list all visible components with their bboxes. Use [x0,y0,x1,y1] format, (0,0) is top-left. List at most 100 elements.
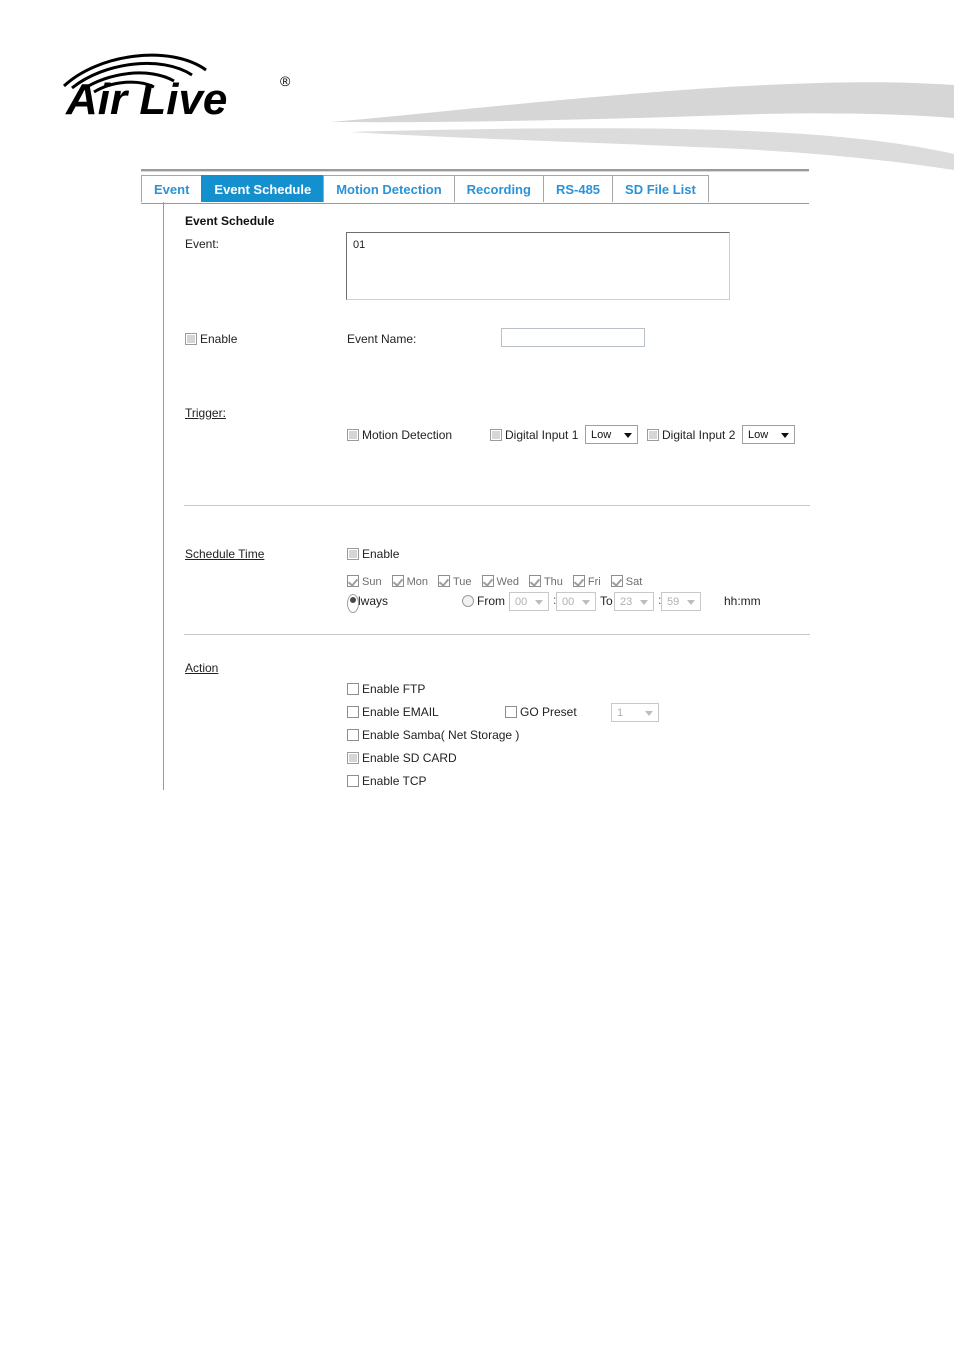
tab-list: Event Event Schedule Motion Detection Re… [141,175,809,204]
chevron-down-icon [640,599,648,605]
tab-event-schedule[interactable]: Event Schedule [201,175,325,202]
go-preset-label: GO Preset [520,705,577,719]
weekday-fri-label: Fri [587,576,601,588]
enable-event-checkbox[interactable] [185,333,197,345]
schedule-time-section-title: Schedule Time [185,547,265,561]
enable-samba-checkbox[interactable] [347,729,359,741]
schedule-from-hour-select[interactable]: 00 [509,592,549,611]
action-section-title: Action [185,661,219,675]
weekday-wed[interactable]: Wed [481,575,519,588]
event-label: Event: [185,237,220,251]
enable-tcp-checkbox[interactable] [347,775,359,787]
chevron-down-icon [582,599,590,605]
enable-samba-label: Enable Samba( Net Storage ) [362,728,520,742]
weekday-sat-label: Sat [625,576,643,588]
airlive-logo: Air Live ® [62,53,291,123]
schedule-to-hour-select[interactable]: 23 [614,592,654,611]
schedule-always-radio-row[interactable]: Always [347,594,388,613]
motion-detection-checkbox[interactable] [347,429,359,441]
page-header: Air Live ® [0,0,954,170]
enable-event-label: Enable [200,332,238,346]
enable-event-checkbox-row[interactable]: Enable [185,332,237,346]
weekday-sun-checkbox[interactable] [347,575,359,587]
weekday-thu-checkbox[interactable] [528,575,541,587]
digital-input-2-checkbox[interactable] [647,429,659,441]
digital-input-1-checkbox[interactable] [490,429,502,441]
schedule-to-label: To [600,594,613,608]
weekday-mon-label: Mon [406,576,428,588]
enable-tcp-label: Enable TCP [362,774,427,788]
enable-tcp-checkbox-row[interactable]: Enable TCP [347,774,426,788]
schedule-enable-checkbox-row[interactable]: Enable [347,547,399,561]
chevron-down-icon [687,599,695,605]
enable-ftp-checkbox[interactable] [347,683,359,695]
weekday-sun[interactable]: Sun [347,575,382,588]
event-listbox[interactable]: 01 [346,232,730,300]
digital-input-2-checkbox-row[interactable]: Digital Input 2 [647,428,735,442]
weekday-wed-checkbox[interactable] [481,575,494,587]
digital-input-2-label: Digital Input 2 [662,428,736,442]
digital-input-1-label: Digital Input 1 [505,428,579,442]
go-preset-select[interactable]: 1 [611,703,659,722]
weekday-thu[interactable]: Thu [528,575,563,588]
enable-ftp-label: Enable FTP [362,682,426,696]
enable-samba-checkbox-row[interactable]: Enable Samba( Net Storage ) [347,728,519,742]
schedule-always-radio[interactable] [347,594,359,613]
schedule-to-hour-value: 23 [620,595,633,608]
event-name-input[interactable] [501,328,645,347]
go-preset-checkbox-row[interactable]: GO Preset [505,705,577,719]
enable-ftp-checkbox-row[interactable]: Enable FTP [347,682,425,696]
chevron-down-icon [781,432,789,438]
weekday-fri-checkbox[interactable] [572,575,585,587]
schedule-to-minute-select[interactable]: 59 [661,592,701,611]
tab-rs485[interactable]: RS-485 [542,175,614,202]
weekday-tue-checkbox[interactable] [437,575,450,587]
digital-input-1-level-value: Low [591,428,612,441]
weekday-thu-label: Thu [543,576,563,588]
schedule-range-radio[interactable] [462,595,474,607]
weekday-tue[interactable]: Tue [437,575,472,588]
weekday-tue-label: Tue [452,576,472,588]
logo-wordmark: Air Live [65,75,227,123]
tab-bar-top-rule [141,169,809,172]
schedule-enable-checkbox[interactable] [347,548,359,560]
event-name-label: Event Name: [347,332,417,346]
enable-sd-card-label: Enable SD CARD [362,751,457,765]
schedule-from-label: From [477,594,505,608]
digital-input-1-checkbox-row[interactable]: Digital Input 1 [490,428,578,442]
tab-sd-file-list[interactable]: SD File List [612,175,709,202]
enable-email-label: Enable EMAIL [362,705,439,719]
divider-schedule-action [184,634,810,635]
tab-event-schedule-label: Event Schedule [214,181,312,197]
weekday-mon[interactable]: Mon [391,575,428,588]
weekday-mon-checkbox[interactable] [391,575,404,587]
schedule-enable-label: Enable [362,547,400,561]
schedule-range-radio-row[interactable]: From [462,594,505,608]
weekday-sat[interactable]: Sat [610,575,643,588]
motion-detection-checkbox-row[interactable]: Motion Detection [347,428,452,442]
tab-motion-detection-label: Motion Detection [336,181,442,197]
tab-sd-file-list-label: SD File List [625,181,696,197]
tab-recording[interactable]: Recording [453,175,544,202]
tab-motion-detection[interactable]: Motion Detection [323,175,455,202]
schedule-to-minute-value: 59 [667,595,680,608]
enable-email-checkbox-row[interactable]: Enable EMAIL [347,705,439,719]
schedule-from-minute-select[interactable]: 00 [556,592,596,611]
digital-input-1-level-select[interactable]: Low [585,425,638,444]
chevron-down-icon [645,710,653,716]
enable-email-checkbox[interactable] [347,706,359,718]
tab-rs485-label: RS-485 [555,181,601,197]
weekday-fri[interactable]: Fri [572,575,601,588]
enable-sd-card-checkbox-row[interactable]: Enable SD CARD [347,751,457,765]
list-item[interactable]: 01 [353,238,723,252]
schedule-from-minute-value: 00 [562,595,575,608]
digital-input-2-level-select[interactable]: Low [742,425,795,444]
weekday-sat-checkbox[interactable] [610,575,623,587]
tab-event[interactable]: Event [141,175,203,202]
divider-trigger-schedule [184,505,810,506]
motion-detection-label: Motion Detection [362,428,453,442]
tab-bar-filler [707,175,809,204]
go-preset-checkbox[interactable] [505,706,517,718]
chevron-down-icon [535,599,543,605]
enable-sd-card-checkbox[interactable] [347,752,359,764]
